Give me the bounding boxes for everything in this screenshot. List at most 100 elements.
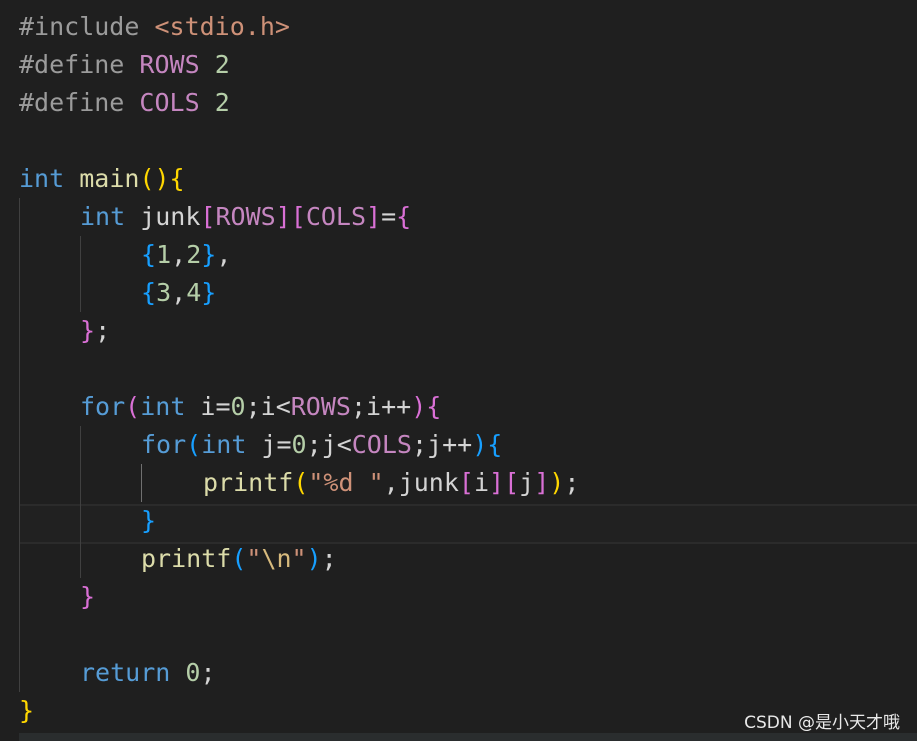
code-token: ,	[171, 278, 187, 307]
code-token: int	[19, 164, 65, 193]
code-token: printf	[203, 468, 294, 497]
code-token: 3	[156, 278, 172, 307]
code-token: for	[141, 430, 187, 459]
code-token: }	[141, 506, 157, 535]
code-token: int	[140, 392, 186, 421]
code-line[interactable]: printf("%d ",junk[i][j]);	[19, 464, 579, 502]
code-token: 0	[291, 430, 307, 459]
code-line[interactable]: }	[19, 502, 579, 540]
code-token: (	[231, 544, 247, 573]
code-token: COLS	[351, 430, 412, 459]
code-line[interactable]: {3,4}	[19, 274, 579, 312]
code-token: }	[80, 316, 96, 345]
code-token: ]	[275, 202, 291, 231]
code-line[interactable]: printf("\n");	[19, 540, 579, 578]
code-token: ;j++	[411, 430, 473, 459]
code-token: ;j<	[306, 430, 352, 459]
code-token: i=	[185, 392, 231, 421]
code-token: [	[290, 202, 306, 231]
code-token: {	[396, 202, 412, 231]
code-token: [	[458, 468, 474, 497]
code-token: int	[80, 202, 126, 231]
code-token: ROWS	[215, 202, 276, 231]
code-token: {	[141, 240, 157, 269]
code-token: return	[80, 658, 171, 687]
code-token: ROWS	[139, 50, 200, 79]
code-line[interactable]: #define ROWS 2	[19, 46, 579, 84]
code-token: ,	[216, 240, 232, 269]
code-token: int	[201, 430, 247, 459]
code-token: [	[504, 468, 520, 497]
code-token: 2	[214, 50, 230, 79]
code-line[interactable]: ​	[19, 616, 579, 654]
code-line[interactable]: ​	[19, 122, 579, 160]
code-token: 0	[185, 658, 201, 687]
code-token: COLS	[139, 88, 200, 117]
code-token: ()	[139, 164, 170, 193]
code-token: )	[411, 392, 427, 421]
horizontal-scrollbar[interactable]	[19, 733, 917, 741]
code-line[interactable]: ​	[19, 350, 579, 388]
code-token: )	[549, 468, 565, 497]
code-token: }	[80, 582, 96, 611]
code-token: #include	[19, 12, 155, 41]
code-token: #define	[19, 88, 140, 117]
code-token: i	[473, 468, 490, 497]
code-token: )	[472, 430, 488, 459]
code-editor[interactable]: #include <stdio.h> #define ROWS 2 #define …	[0, 0, 917, 741]
code-token: ,	[171, 240, 187, 269]
code-token: (	[293, 468, 309, 497]
code-token: =	[381, 202, 397, 231]
code-token: ;i++	[350, 392, 412, 421]
code-line[interactable]: for(int i=0;i<ROWS;i++){	[19, 388, 579, 426]
code-token: 2	[214, 88, 230, 117]
code-token: #define	[19, 50, 140, 79]
code-token: "	[246, 544, 262, 573]
code-token: ;	[95, 316, 111, 345]
code-token: main	[79, 164, 140, 193]
code-token: ]	[534, 468, 550, 497]
code-line[interactable]: return 0;	[19, 654, 579, 692]
code-token: (	[186, 430, 202, 459]
code-line[interactable]: {1,2},	[19, 236, 579, 274]
code-token: ]	[489, 468, 505, 497]
watermark: CSDN @是小天才哦	[744, 713, 900, 733]
code-token: ;	[321, 544, 337, 573]
code-token: COLS	[305, 202, 367, 231]
code-token: (	[125, 392, 141, 421]
code-token: ;	[200, 658, 216, 687]
code-token: }	[201, 240, 217, 269]
code-line[interactable]: #include <stdio.h>	[19, 8, 579, 46]
code-token: for	[80, 392, 126, 421]
code-token: <stdio.h>	[154, 12, 290, 41]
code-token: {	[141, 278, 157, 307]
code-token: }	[19, 696, 35, 725]
code-line[interactable]: }	[19, 578, 579, 616]
code-token: {	[169, 164, 185, 193]
code-line[interactable]: };	[19, 312, 579, 350]
code-lines[interactable]: #include <stdio.h> #define ROWS 2 #define …	[19, 8, 579, 730]
code-token: j	[519, 468, 535, 497]
code-token: )	[306, 544, 322, 573]
code-token: printf	[141, 544, 232, 573]
code-token: "	[291, 544, 307, 573]
code-token: \n	[261, 544, 292, 573]
code-token: "%d "	[308, 468, 384, 497]
code-token: 1	[156, 240, 172, 269]
code-line[interactable]: }	[19, 692, 579, 730]
code-token: ROWS	[290, 392, 351, 421]
code-token: ]	[366, 202, 382, 231]
code-token: ,junk	[383, 468, 459, 497]
code-token: {	[487, 430, 503, 459]
code-token: 0	[230, 392, 246, 421]
code-token: }	[201, 278, 217, 307]
code-line[interactable]: int junk[ROWS][COLS]={	[19, 198, 579, 236]
code-line[interactable]: int main(){	[19, 160, 579, 198]
code-token: j=	[246, 430, 292, 459]
code-line[interactable]: #define COLS 2	[19, 84, 579, 122]
code-token: ;	[564, 468, 580, 497]
code-line[interactable]: for(int j=0;j<COLS;j++){	[19, 426, 579, 464]
